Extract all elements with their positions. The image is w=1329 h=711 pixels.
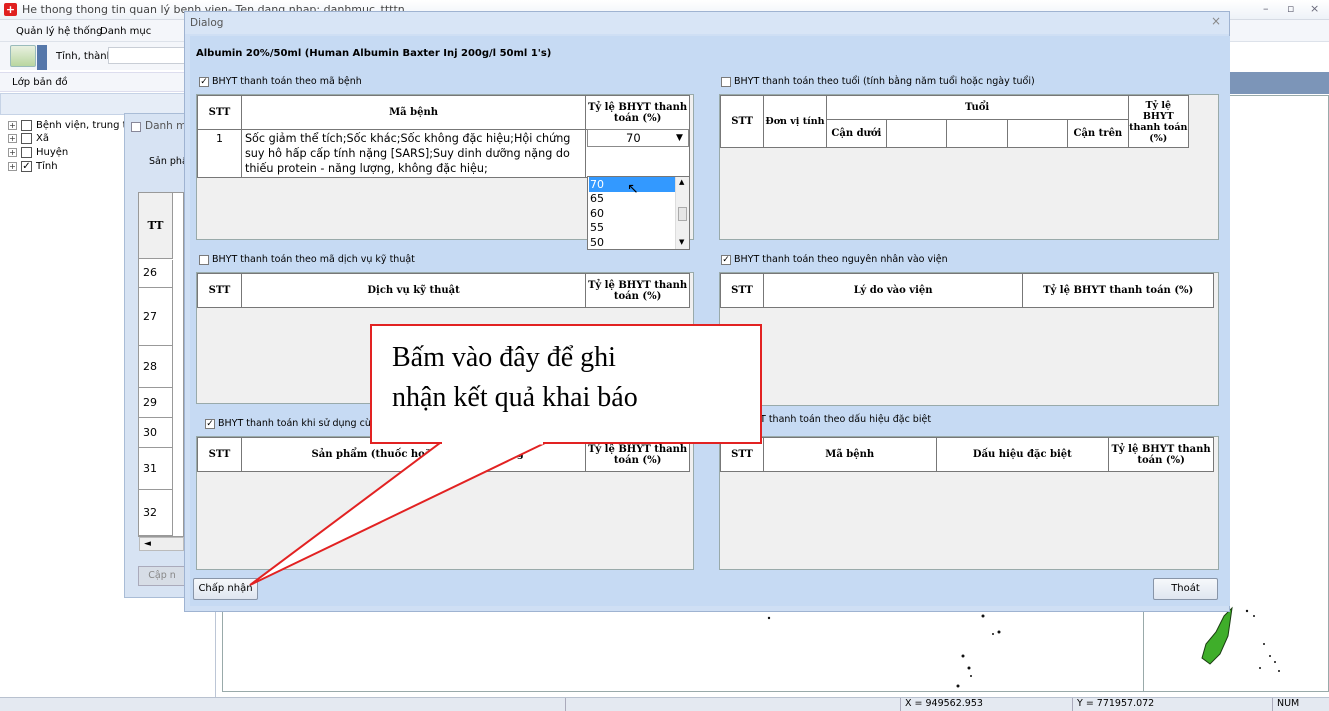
status-y-coord: Y = 771957.072 <box>1072 698 1247 711</box>
callout-text: Bấm vào đây để ghi nhận kết quả khai báo <box>392 338 752 418</box>
status-empty <box>565 698 900 711</box>
callout-line2: nhận kết quả khai báo <box>392 382 638 413</box>
status-num: NUM <box>1272 698 1306 711</box>
callout-line1: Bấm vào đây để ghi <box>392 342 616 373</box>
status-x-coord: X = 949562.953 <box>900 698 1072 711</box>
